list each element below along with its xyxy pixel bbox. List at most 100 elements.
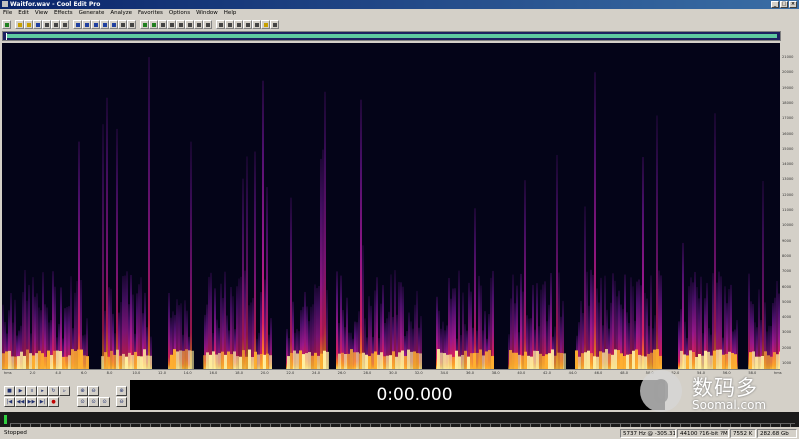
- spectrum-hot-band: [248, 349, 251, 369]
- menu-generate[interactable]: Generate: [79, 9, 105, 17]
- paste-button[interactable]: [91, 19, 100, 29]
- spectrum-hot-band: [683, 354, 686, 369]
- overview-cursor[interactable]: [6, 33, 7, 40]
- fast-forward-button[interactable]: ▶▶: [26, 397, 37, 407]
- spectral-display[interactable]: [2, 43, 780, 369]
- waveform-view-button[interactable]: [140, 19, 149, 29]
- envelope-button[interactable]: [243, 19, 252, 29]
- pause-button[interactable]: ॥: [26, 386, 37, 396]
- amplify-button[interactable]: [225, 19, 234, 29]
- info-button[interactable]: [270, 19, 279, 29]
- spectrum-hot-band: [131, 355, 134, 369]
- overview-range: [6, 34, 777, 38]
- app-icon[interactable]: [2, 1, 8, 7]
- cut-button[interactable]: [73, 19, 82, 29]
- zoom-to-selection-button[interactable]: ⊙: [88, 397, 99, 407]
- spectrum-column: [238, 278, 240, 369]
- spectrum-hot-band: [554, 355, 557, 369]
- trim-button[interactable]: [109, 19, 118, 29]
- new-file-button[interactable]: [24, 19, 33, 29]
- filter-button[interactable]: [252, 19, 261, 29]
- rewind-button[interactable]: ◀◀: [15, 397, 26, 407]
- spectrum-hot-band: [734, 354, 737, 369]
- time-tick-label: 14.0: [183, 371, 192, 375]
- maximize-icon[interactable]: □: [780, 1, 788, 8]
- spectrum-column: [102, 124, 104, 369]
- time-tick-label: 16.0: [209, 371, 218, 375]
- spectrum-hot-band: [179, 350, 182, 369]
- play-button[interactable]: ▶: [15, 386, 26, 396]
- spectrum-hot-band: [455, 350, 458, 369]
- zoom-out-vertical-button[interactable]: ⊖: [116, 397, 127, 407]
- frequency-tick-label: 8000: [782, 253, 792, 258]
- spectrum-hot-band: [305, 353, 308, 369]
- zoom-out-horizontal-button[interactable]: ⊖: [88, 386, 99, 396]
- cue-list-button[interactable]: [185, 19, 194, 29]
- spectrum-hot-band: [146, 355, 149, 369]
- zoom-in-vertical-button[interactable]: ⊕: [116, 386, 127, 396]
- spectrum-hot-band: [8, 350, 11, 369]
- open-file-button[interactable]: [15, 19, 24, 29]
- zoom-in-horizontal-button[interactable]: ⊕: [77, 386, 88, 396]
- spectrum-hot-band: [656, 349, 659, 369]
- go-to-end-button[interactable]: ▶|: [37, 397, 48, 407]
- delete-button[interactable]: [118, 19, 127, 29]
- menu-help[interactable]: Help: [224, 9, 237, 17]
- spectrum-column: [762, 181, 764, 369]
- redo-button[interactable]: [60, 19, 69, 29]
- record-button[interactable]: ●: [48, 397, 59, 407]
- mix-paste-button[interactable]: [100, 19, 109, 29]
- zoom-left-button[interactable]: ⊙: [99, 397, 110, 407]
- menu-favorites[interactable]: Favorites: [138, 9, 163, 17]
- select-all-button[interactable]: [127, 19, 136, 29]
- spectrum-column: [390, 274, 392, 369]
- favorites-button[interactable]: [261, 19, 270, 29]
- frequency-analysis-button[interactable]: [158, 19, 167, 29]
- spectrum-hot-band: [47, 350, 50, 369]
- menu-edit[interactable]: Edit: [18, 9, 29, 17]
- spectrum-hot-band: [65, 356, 68, 369]
- close-icon[interactable]: ×: [789, 1, 797, 8]
- spectrum-hot-band: [599, 351, 602, 369]
- frequency-ruler: 21000 20000 19000 18000 17000 16000 15000 14000…: [781, 43, 799, 369]
- waveform-overview[interactable]: [2, 31, 781, 41]
- time-tick-label: 12.0: [158, 371, 167, 375]
- spectrum-column: [324, 91, 326, 369]
- undo-button[interactable]: [51, 19, 60, 29]
- menu-view[interactable]: View: [35, 9, 48, 17]
- spectrum-hot-band: [728, 351, 731, 369]
- spectrum-column: [524, 180, 526, 369]
- spectrum-hot-band: [29, 353, 32, 369]
- spectrum-hot-band: [488, 350, 491, 369]
- multitrack-view-button[interactable]: [2, 19, 11, 29]
- play-from-cursor-button[interactable]: ▹: [59, 386, 70, 396]
- minimize-icon[interactable]: _: [771, 1, 779, 8]
- playlist-button[interactable]: [194, 19, 203, 29]
- go-to-start-button[interactable]: |◀: [4, 397, 15, 407]
- menu-window[interactable]: Window: [196, 9, 218, 17]
- copy-button[interactable]: [82, 19, 91, 29]
- spectrum-hot-band: [560, 353, 563, 369]
- spectrum-hot-band: [596, 356, 599, 369]
- zoom-full-button[interactable]: ⊙: [77, 397, 88, 407]
- loop-play-button[interactable]: ↻: [48, 386, 59, 396]
- menu-effects[interactable]: Effects: [54, 9, 73, 17]
- close-file-button[interactable]: [42, 19, 51, 29]
- save-button[interactable]: [33, 19, 42, 29]
- spectrum-hot-band: [206, 352, 209, 369]
- markers-button[interactable]: [176, 19, 185, 29]
- spectrum-hot-band: [377, 354, 380, 369]
- spectrum-hot-band: [122, 353, 125, 369]
- frequency-tick-label: 11000: [782, 208, 794, 212]
- menu-options[interactable]: Options: [169, 9, 190, 17]
- spectral-view-button[interactable]: [149, 19, 158, 29]
- normalize-button[interactable]: [234, 19, 243, 29]
- statistics-button[interactable]: [167, 19, 176, 29]
- stop-button[interactable]: ■: [4, 386, 15, 396]
- menu-analyze[interactable]: Analyze: [110, 9, 132, 17]
- play-to-end-button[interactable]: ▸: [37, 386, 48, 396]
- spectrum-hot-band: [20, 351, 23, 369]
- noise-reduction-button[interactable]: [216, 19, 225, 29]
- menu-file[interactable]: File: [3, 9, 12, 17]
- settings-button[interactable]: [203, 19, 212, 29]
